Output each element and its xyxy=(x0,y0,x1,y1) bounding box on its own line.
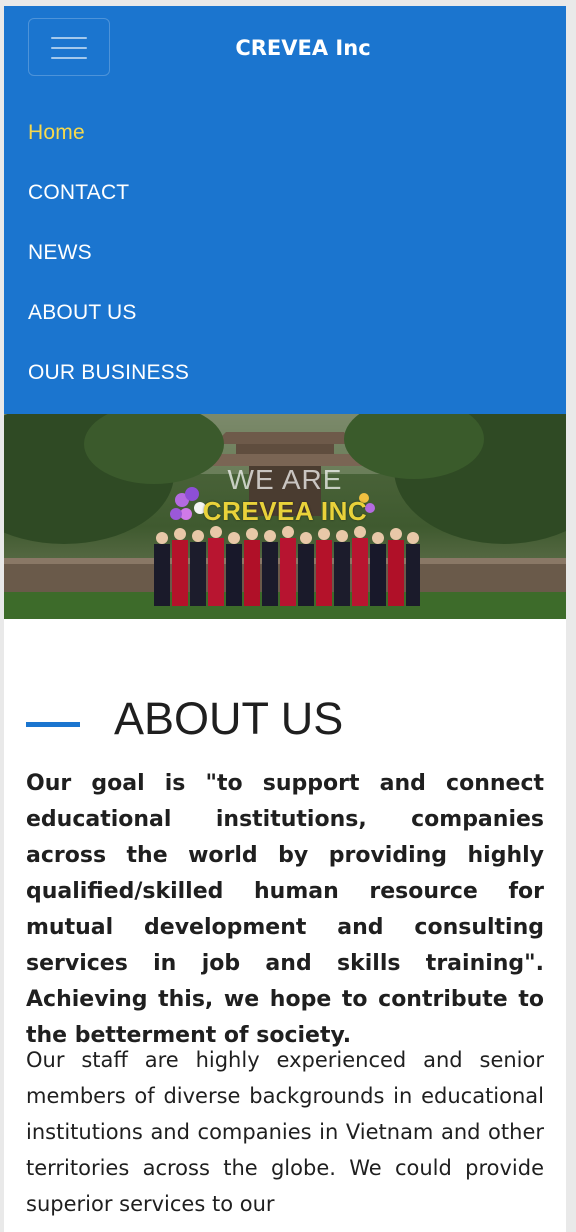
goal-paragraph: Our goal is "to support and connect educ… xyxy=(26,771,544,1048)
nav-list: Home CONTACT NEWS ABOUT US OUR BUSINESS xyxy=(28,114,189,414)
nav-item-our-business[interactable]: OUR BUSINESS xyxy=(28,354,189,414)
hero-banner: WE ARE CREVEA INC xyxy=(4,414,566,619)
brand-title[interactable]: CREVEA Inc xyxy=(4,36,566,60)
page-frame: CREVEA Inc Home CONTACT NEWS ABOUT US OU… xyxy=(4,6,566,1232)
nav-item-news[interactable]: NEWS xyxy=(28,234,189,294)
nav-item-about-us[interactable]: ABOUT US xyxy=(28,294,189,354)
heading-accent-rule xyxy=(26,722,80,727)
nav-item-home[interactable]: Home xyxy=(28,114,189,174)
navbar: CREVEA Inc Home CONTACT NEWS ABOUT US OU… xyxy=(4,6,566,414)
hero-title-line2: CREVEA INC xyxy=(202,496,368,526)
nav-item-contact[interactable]: CONTACT xyxy=(28,174,189,234)
about-heading-text: ABOUT US xyxy=(114,693,344,744)
staff-paragraph: Our staff are highly experienced and sen… xyxy=(26,1048,544,1216)
hero-title-line1: WE ARE xyxy=(227,464,343,495)
